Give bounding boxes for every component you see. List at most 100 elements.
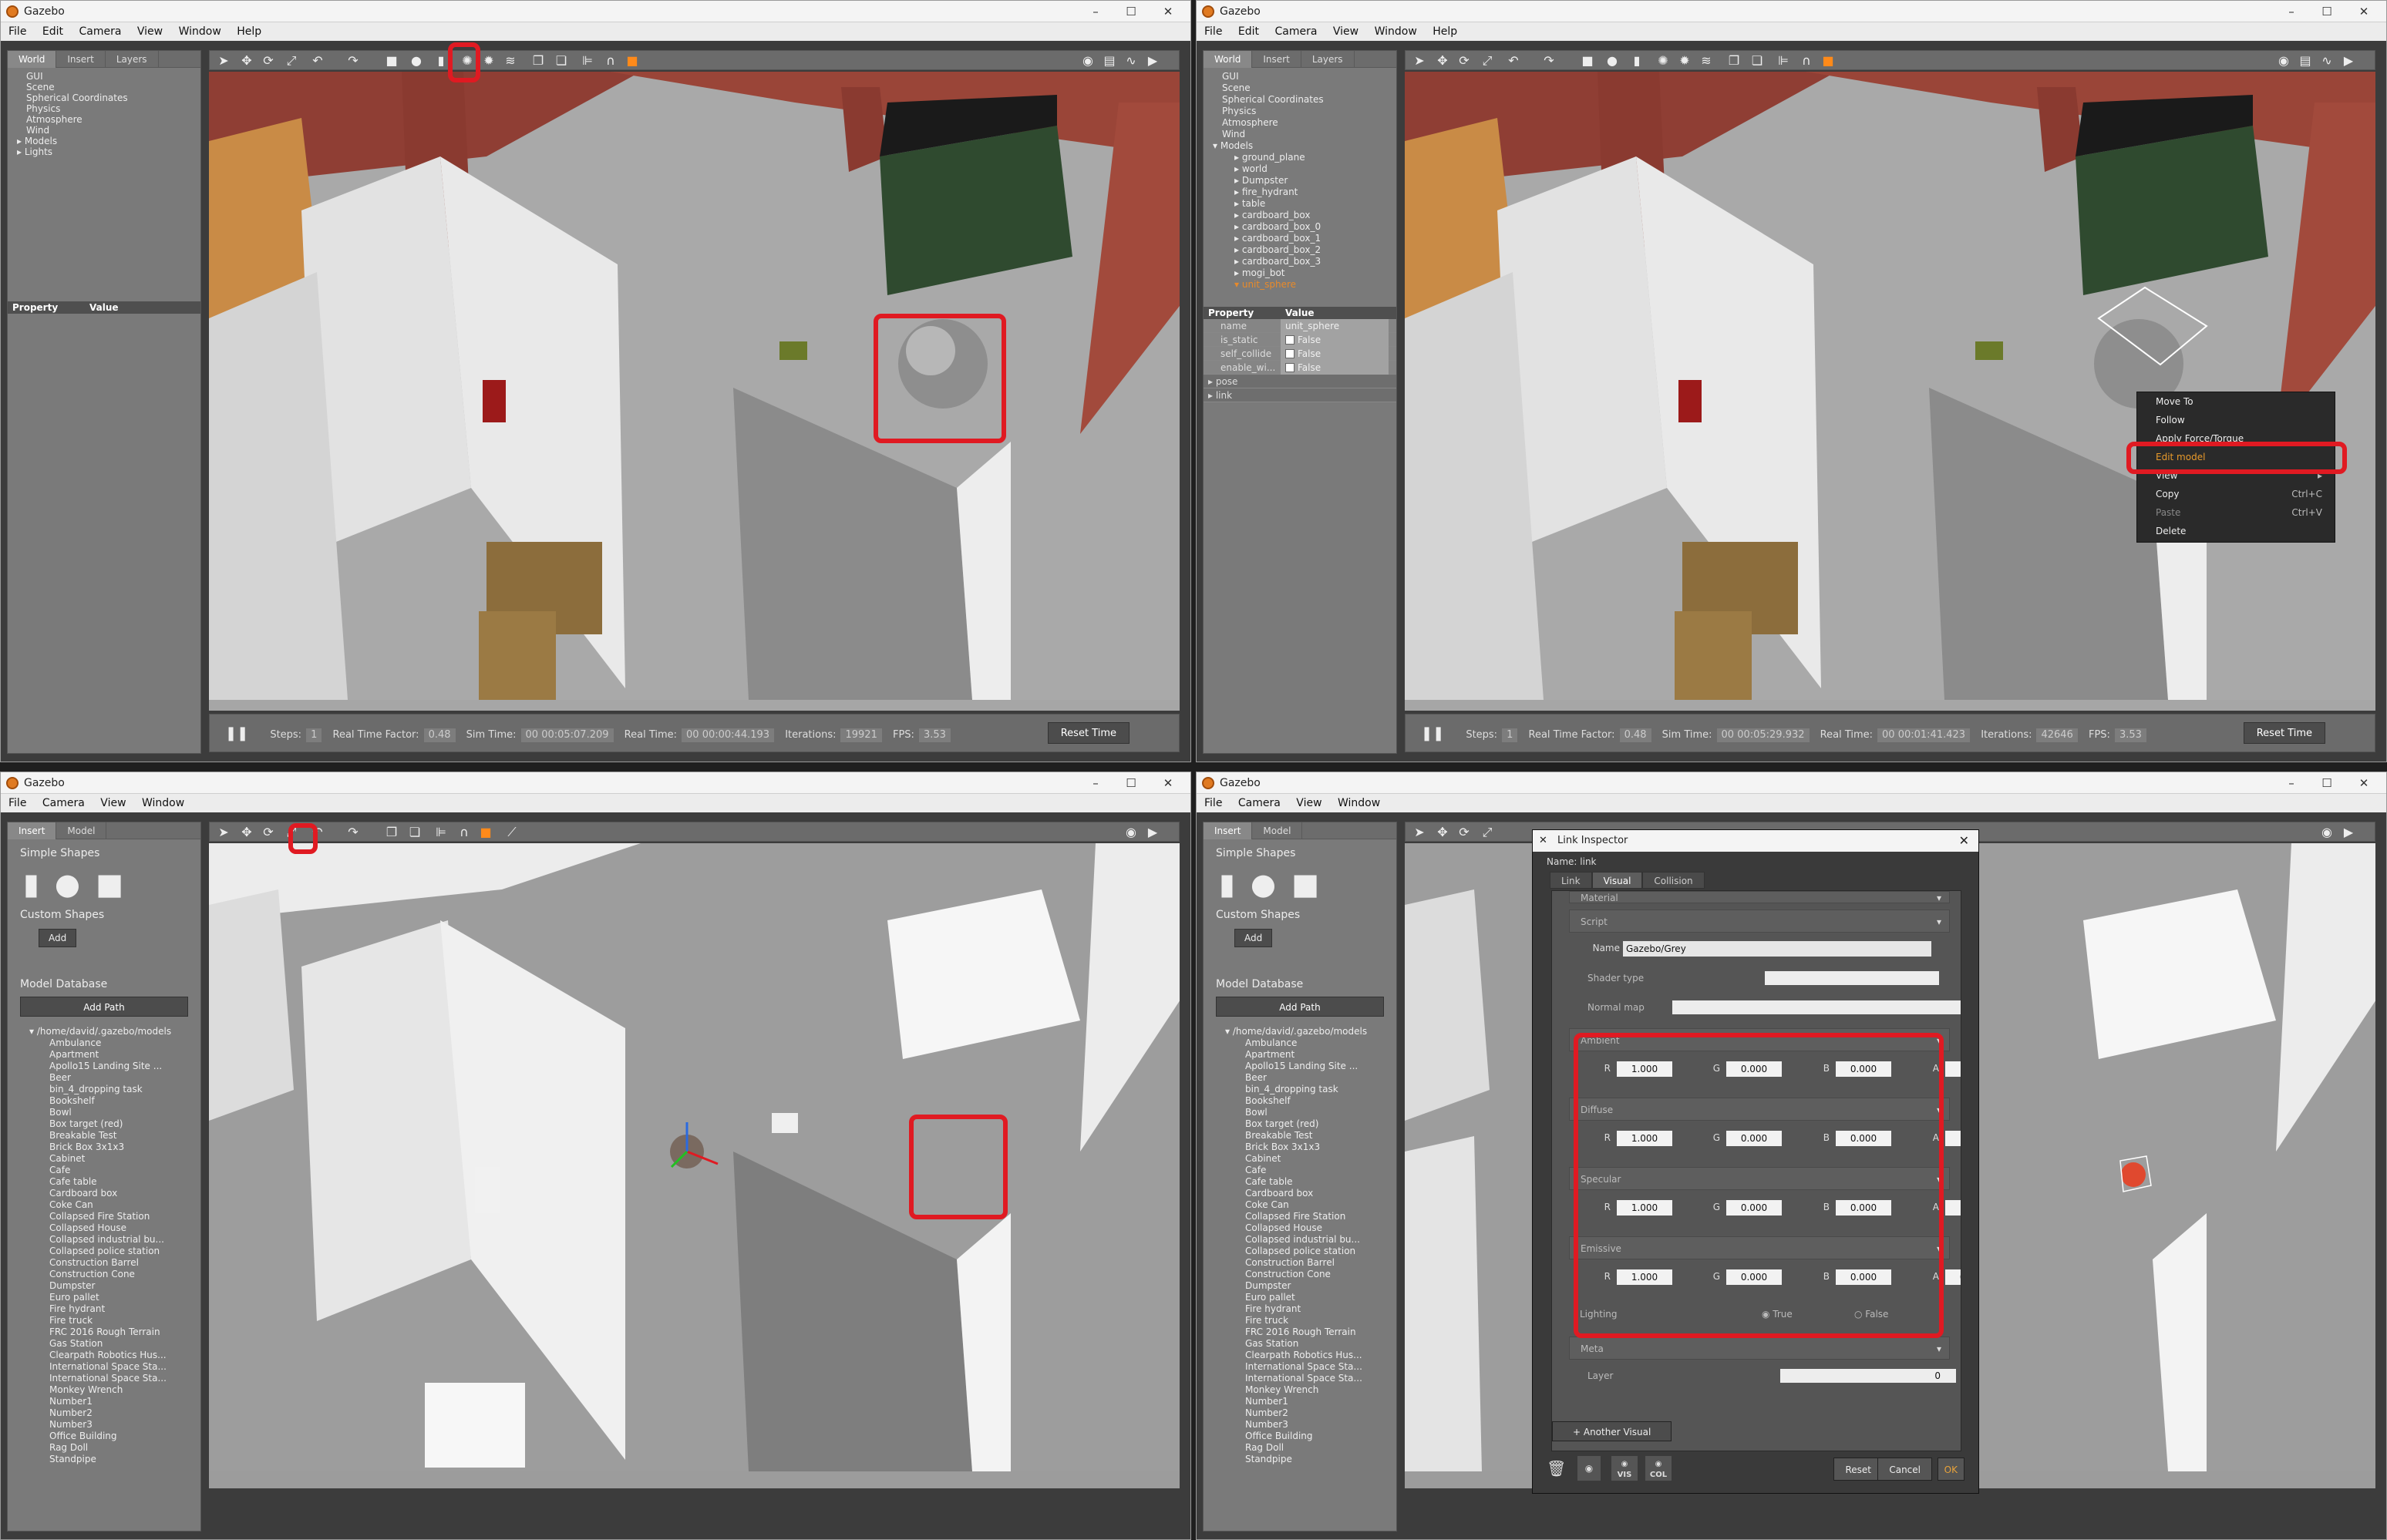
visual-toggle-button[interactable]: ◉ VIS <box>1611 1456 1638 1481</box>
directional-light-icon[interactable]: ≋ <box>1699 53 1714 69</box>
tree-item-models[interactable]: ▸ Models <box>17 136 191 146</box>
select-mode-icon[interactable]: ➤ <box>216 825 231 840</box>
menu-file[interactable]: File <box>1204 797 1222 809</box>
collapse-arrow-icon[interactable]: ▾ <box>1213 140 1220 151</box>
tree-item-gui[interactable]: GUI <box>1213 71 1387 82</box>
tree-item-lights[interactable]: ▸ Lights <box>17 146 191 157</box>
screenshot-icon[interactable]: ◉ <box>2319 825 2335 840</box>
copy-icon[interactable]: ❐ <box>530 53 546 69</box>
tree-item-gui[interactable]: GUI <box>17 71 191 82</box>
snap-icon[interactable]: ∩ <box>1799 53 1814 69</box>
db-model-item[interactable]: Apollo15 Landing Site ... <box>17 1061 191 1072</box>
tab-insert[interactable]: Insert <box>1204 822 1253 839</box>
tree-item-model[interactable]: ▸ ground_plane <box>1213 152 1387 163</box>
minimize-button[interactable]: – <box>1078 1 1113 22</box>
align-icon[interactable]: ⊫ <box>433 825 449 840</box>
translate-mode-icon[interactable]: ✥ <box>1435 53 1450 69</box>
menu-file[interactable]: File <box>8 25 26 38</box>
box-shape-icon[interactable]: ■ <box>96 867 123 901</box>
tree-item-model[interactable]: ▸ cardboard_box <box>1213 210 1387 221</box>
box-shape-icon[interactable]: ■ <box>1580 53 1595 69</box>
db-model-item[interactable]: bin_4_dropping task <box>1213 1084 1387 1095</box>
cylinder-shape-icon[interactable]: ▮ <box>433 53 449 69</box>
db-model-item[interactable]: Monkey Wrench <box>17 1384 191 1396</box>
redo-icon[interactable]: ↷ <box>345 825 361 840</box>
db-model-item[interactable]: Number3 <box>17 1419 191 1431</box>
spot-light-icon[interactable]: ✹ <box>1677 53 1692 69</box>
menu-window[interactable]: Window <box>1375 25 1417 38</box>
db-model-item[interactable]: Fire hydrant <box>17 1303 191 1315</box>
specular-a-input[interactable]: 1.000 <box>1945 1199 1961 1216</box>
close-button[interactable]: ✕ <box>2346 772 2382 794</box>
change-view-icon[interactable]: ■ <box>1820 53 1836 69</box>
db-model-item[interactable]: Monkey Wrench <box>1213 1384 1387 1396</box>
select-mode-icon[interactable]: ➤ <box>1412 825 1427 840</box>
pause-icon[interactable]: ❚❚ <box>1421 725 1444 741</box>
db-model-item[interactable]: Collapsed industrial bu... <box>17 1234 191 1246</box>
db-model-item[interactable]: Collapsed police station <box>17 1246 191 1257</box>
reset-time-button[interactable]: Reset Time <box>1047 722 1130 744</box>
db-model-item[interactable]: Construction Cone <box>1213 1269 1387 1280</box>
box-shape-icon[interactable]: ■ <box>384 53 399 69</box>
cylinder-shape-icon[interactable]: ▮ <box>1629 53 1645 69</box>
3d-viewport[interactable] <box>209 72 1180 711</box>
tree-item-spherical-coordinates[interactable]: Spherical Coordinates <box>1213 94 1387 106</box>
snap-icon[interactable]: ∩ <box>603 53 618 69</box>
db-model-item[interactable]: Cardboard box <box>17 1188 191 1199</box>
copy-icon[interactable]: ❐ <box>1726 53 1742 69</box>
db-model-item[interactable]: Office Building <box>17 1431 191 1442</box>
db-model-item[interactable]: Number1 <box>17 1396 191 1407</box>
sphere-shape-icon[interactable]: ● <box>1604 53 1620 69</box>
normal-map-input[interactable] <box>1672 1000 1961 1014</box>
sphere-shape-icon[interactable]: ● <box>1251 867 1276 901</box>
plot-icon[interactable]: ∿ <box>1123 53 1139 69</box>
redo-icon[interactable]: ↷ <box>1541 53 1557 69</box>
align-icon[interactable]: ⊫ <box>580 53 595 69</box>
plot-icon[interactable]: ∿ <box>2319 53 2335 69</box>
tab-insert[interactable]: Insert <box>56 51 106 68</box>
tree-item-wind[interactable]: Wind <box>17 125 191 136</box>
db-model-item[interactable]: Apartment <box>1213 1049 1387 1061</box>
scale-mode-icon[interactable]: ⤢ <box>1480 825 1495 840</box>
db-root-path[interactable]: ▾ /home/david/.gazebo/models <box>17 1026 191 1037</box>
paste-icon[interactable]: ❏ <box>1749 53 1765 69</box>
undo-icon[interactable]: ↶ <box>1506 53 1521 69</box>
eye-icon[interactable]: ◉ <box>1577 1456 1601 1481</box>
db-model-item[interactable]: Beer <box>17 1072 191 1084</box>
collision-toggle-button[interactable]: ◉ COL <box>1645 1456 1672 1481</box>
redo-icon[interactable]: ↷ <box>345 53 361 69</box>
db-model-item[interactable]: International Space Sta... <box>1213 1361 1387 1373</box>
tree-item-model[interactable]: ▸ cardboard_box_2 <box>1213 244 1387 256</box>
another-visual-button[interactable]: + Another Visual <box>1552 1421 1672 1441</box>
db-model-item[interactable]: Construction Barrel <box>17 1257 191 1269</box>
translate-mode-icon[interactable]: ✥ <box>1435 825 1450 840</box>
reset-time-button[interactable]: Reset Time <box>2243 722 2325 744</box>
db-model-item[interactable]: FRC 2016 Rough Terrain <box>17 1326 191 1338</box>
maximize-button[interactable]: ☐ <box>2309 772 2345 794</box>
db-model-item[interactable]: Coke Can <box>1213 1199 1387 1211</box>
undo-icon[interactable]: ↶ <box>310 53 325 69</box>
copy-icon[interactable]: ❐ <box>384 825 399 840</box>
minimize-button[interactable]: – <box>2274 772 2309 794</box>
tree-item-wind[interactable]: Wind <box>1213 129 1387 140</box>
select-mode-icon[interactable]: ➤ <box>216 53 231 69</box>
ok-button[interactable]: OK <box>1937 1458 1964 1481</box>
property-group-link[interactable]: ▸ link <box>1204 388 1396 402</box>
menu-window[interactable]: Window <box>179 25 221 38</box>
layer-spinbox[interactable]: 0 <box>1780 1369 1956 1383</box>
diffuse-a-input[interactable]: 1.000 <box>1945 1130 1961 1146</box>
db-model-item[interactable]: Fire truck <box>1213 1315 1387 1326</box>
spot-light-icon[interactable]: ✹ <box>481 53 497 69</box>
cylinder-shape-icon[interactable]: ▮ <box>1219 867 1235 901</box>
menu-view[interactable]: View <box>1296 797 1321 809</box>
db-model-item[interactable]: Fire truck <box>17 1315 191 1326</box>
add-path-button[interactable]: Add Path <box>1216 997 1384 1017</box>
is-static-checkbox[interactable] <box>1285 335 1295 345</box>
tree-item-model[interactable]: ▸ cardboard_box_3 <box>1213 256 1387 267</box>
db-model-item[interactable]: Euro pallet <box>1213 1292 1387 1303</box>
db-model-item[interactable]: Fire hydrant <box>1213 1303 1387 1315</box>
sphere-shape-icon[interactable]: ● <box>55 867 80 901</box>
tree-item-physics[interactable]: Physics <box>17 103 191 114</box>
tree-item-atmosphere[interactable]: Atmosphere <box>1213 117 1387 129</box>
tree-item-scene[interactable]: Scene <box>17 82 191 92</box>
